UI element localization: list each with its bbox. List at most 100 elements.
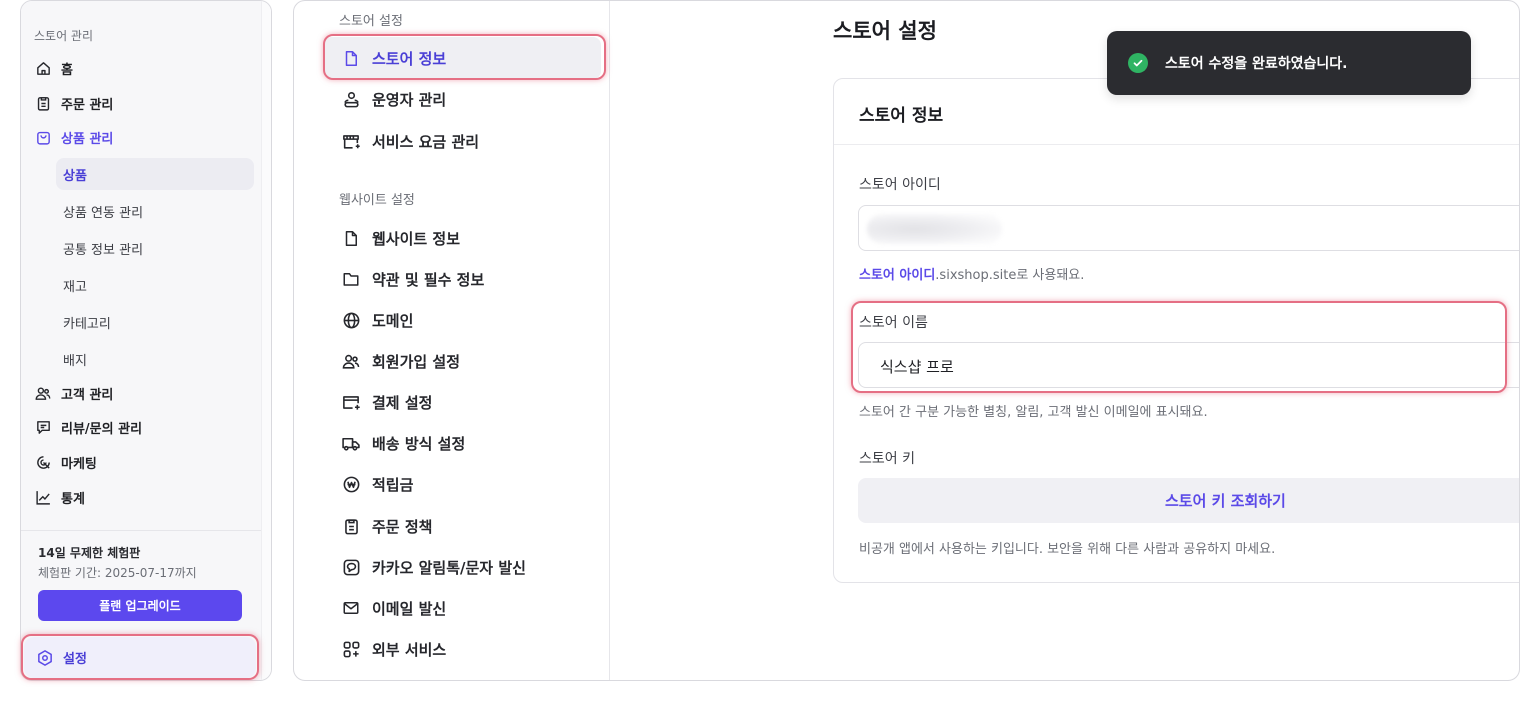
sidebar-item-stats[interactable]: 통계 <box>34 482 85 512</box>
menu-item-label: 도메인 <box>372 311 414 330</box>
menu-item-label: 배송 방식 설정 <box>372 434 466 453</box>
sidebar-section-label: 스토어 관리 <box>34 29 94 43</box>
store-key-hint: 비공개 앱에서 사용하는 키입니다. 보안을 위해 다른 사람과 공유하지 마세… <box>859 542 1276 557</box>
trial-title: 14일 무제한 체험판 <box>38 546 141 560</box>
store-name-value: 식스샵 프로 <box>880 358 954 376</box>
trial-period: 체험판 기간: 2025-07-17까지 <box>38 566 197 580</box>
clipboard-icon <box>34 94 52 112</box>
users-icon <box>34 384 52 402</box>
sidebar-item-label: 홈 <box>61 62 73 78</box>
menu-item-billing[interactable]: 서비스 요금 관리 <box>324 120 601 162</box>
check-circle-icon <box>1128 53 1148 73</box>
content-area: 스토어 설정 스토어 정보 스토어 아이디 스토어 아이디.sixshop.si… <box>611 1 1519 680</box>
menu-item-kakao[interactable]: 카카오 알림톡/문자 발신 <box>324 546 601 588</box>
sidebar-scrollbar[interactable] <box>261 1 271 680</box>
chat-icon <box>341 557 361 577</box>
menu-item-label: 외부 서비스 <box>372 640 447 659</box>
sidebar-subitem-product-sync[interactable]: 상품 연동 관리 <box>56 195 254 227</box>
success-toast: 스토어 수정을 완료하였습니다. <box>1107 31 1471 95</box>
store-name-hint: 스토어 간 구분 가능한 별칭, 알림, 고객 발신 이메일에 표시돼요. <box>859 405 1208 420</box>
mail-icon <box>341 598 361 618</box>
store-info-card: 스토어 정보 스토어 아이디 스토어 아이디.sixshop.site로 사용돼… <box>833 78 1519 583</box>
menu-item-order-policy[interactable]: 주문 정책 <box>324 505 601 547</box>
menu-item-label: 주문 정책 <box>372 517 433 536</box>
menu-item-signup[interactable]: 회원가입 설정 <box>324 340 601 382</box>
page-title: 스토어 설정 <box>833 19 937 43</box>
menu-item-shipping[interactable]: 배송 방식 설정 <box>324 422 601 464</box>
sidebar-item-label: 설정 <box>63 652 87 667</box>
operator-icon <box>341 89 361 109</box>
menu-item-label: 이메일 발신 <box>372 599 447 618</box>
settings-icon <box>36 649 54 667</box>
sidebar-item-label: 고객 관리 <box>61 387 114 403</box>
sidebar-item-marketing[interactable]: 마케팅 <box>34 447 97 477</box>
truck-icon <box>341 433 361 453</box>
settings-window: 스토어 설정 스토어 정보 운영자 관리 서비스 요금 관리 웹사이트 설정 웹… <box>293 0 1520 681</box>
sidebar-item-label: 주문 관리 <box>61 97 114 113</box>
chart-line-icon <box>34 488 52 506</box>
menu-item-store-info[interactable]: 스토어 정보 <box>324 37 601 79</box>
payment-icon <box>341 392 361 412</box>
menu-item-label: 운영자 관리 <box>372 90 447 109</box>
sidebar-item-label: 통계 <box>61 491 85 507</box>
menu-item-label: 스토어 정보 <box>372 49 447 68</box>
store-id-hint-accent: 스토어 아이디 <box>859 268 936 283</box>
clipboard-icon <box>341 516 361 536</box>
sidebar-item-orders[interactable]: 주문 관리 <box>34 88 113 118</box>
sidebar-body: 스토어 관리 홈 주문 관리 상품 관리 상품 상품 연동 관리 공통 정보 관… <box>21 1 263 680</box>
menu-item-operators[interactable]: 운영자 관리 <box>324 78 601 120</box>
menu-item-terms[interactable]: 약관 및 필수 정보 <box>324 258 601 300</box>
menu-item-label: 웹사이트 정보 <box>372 229 461 248</box>
sidebar-item-reviews[interactable]: 리뷰/문의 관리 <box>34 412 142 442</box>
menu-item-website-info[interactable]: 웹사이트 정보 <box>324 217 601 259</box>
users-icon <box>341 351 361 371</box>
sidebar-item-label: 마케팅 <box>61 456 97 472</box>
sidebar-subitem-products[interactable]: 상품 <box>56 158 254 190</box>
menu-item-points[interactable]: 적립금 <box>324 463 601 505</box>
shopping-bag-icon <box>34 128 52 146</box>
folder-icon <box>341 269 361 289</box>
billing-icon <box>341 131 361 151</box>
sidebar-subitem-inventory[interactable]: 재고 <box>56 269 254 301</box>
upgrade-plan-button[interactable]: 플랜 업그레이드 <box>38 590 242 621</box>
store-key-label: 스토어 키 <box>859 451 915 467</box>
settings-section-store: 스토어 설정 <box>339 14 403 29</box>
menu-item-label: 카카오 알림톡/문자 발신 <box>372 558 526 577</box>
menu-item-label: 서비스 요금 관리 <box>372 132 480 151</box>
menu-item-domain[interactable]: 도메인 <box>324 299 601 341</box>
apps-icon <box>341 639 361 659</box>
home-icon <box>34 59 52 77</box>
sidebar-item-settings[interactable]: 설정 <box>24 637 256 678</box>
menu-item-label: 회원가입 설정 <box>372 352 461 371</box>
sidebar-item-label: 리뷰/문의 관리 <box>61 421 143 437</box>
menu-item-label: 약관 및 필수 정보 <box>372 270 485 289</box>
globe-icon <box>341 310 361 330</box>
menu-item-label: 적립금 <box>372 475 414 494</box>
store-id-hint-rest: .sixshop.site로 사용돼요. <box>935 268 1085 283</box>
store-id-label: 스토어 아이디 <box>859 177 941 193</box>
message-icon <box>34 418 52 436</box>
sidebar-item-home[interactable]: 홈 <box>34 53 73 83</box>
settings-section-website: 웹사이트 설정 <box>339 193 415 208</box>
sidebar-subitem-badge[interactable]: 배지 <box>56 343 254 375</box>
menu-item-external[interactable]: 외부 서비스 <box>324 628 601 670</box>
menu-item-email[interactable]: 이메일 발신 <box>324 587 601 629</box>
menu-item-label: 결제 설정 <box>372 393 433 412</box>
file-icon <box>341 228 361 248</box>
menu-item-payment[interactable]: 결제 설정 <box>324 381 601 423</box>
sidebar-item-customers[interactable]: 고객 관리 <box>34 378 113 408</box>
store-name-field[interactable]: 식스샵 프로 <box>858 342 1519 388</box>
won-coin-icon <box>341 474 361 494</box>
target-icon <box>34 453 52 471</box>
sidebar-subitem-common-info[interactable]: 공통 정보 관리 <box>56 232 254 264</box>
view-store-key-button[interactable]: 스토어 키 조회하기 <box>858 478 1519 523</box>
card-title: 스토어 정보 <box>859 106 944 126</box>
file-icon <box>341 48 361 68</box>
settings-menu: 스토어 설정 스토어 정보 운영자 관리 서비스 요금 관리 웹사이트 설정 웹… <box>294 1 610 680</box>
store-id-field <box>858 205 1519 251</box>
sidebar-subitem-category[interactable]: 카테고리 <box>56 306 254 338</box>
toast-message: 스토어 수정을 완료하였습니다. <box>1165 56 1348 72</box>
sidebar-item-products[interactable]: 상품 관리 <box>34 122 113 152</box>
store-id-hint: 스토어 아이디.sixshop.site로 사용돼요. <box>859 264 1084 283</box>
sidebar-divider <box>21 530 263 531</box>
